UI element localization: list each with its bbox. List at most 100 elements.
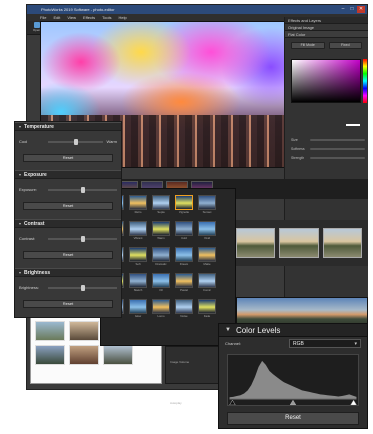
effect-label: Soft — [135, 262, 141, 266]
slider-label: Contrast: — [19, 236, 36, 241]
effect-label: Vignette — [178, 210, 190, 214]
maximize-icon[interactable]: □ — [348, 6, 356, 13]
panorama-thumbnail[interactable] — [236, 228, 276, 258]
menu-tools[interactable]: Tools — [99, 14, 114, 21]
effect-item[interactable]: Sepia — [151, 195, 171, 214]
fill-mode-button[interactable]: Fill Mode — [291, 42, 325, 49]
collapse-icon[interactable]: ▾ — [19, 172, 21, 177]
effect-item[interactable]: Sunset — [197, 195, 217, 214]
brightness-slider[interactable] — [48, 284, 117, 291]
menu-edit[interactable]: Edit — [50, 14, 63, 21]
contrast-reset-button[interactable]: Reset — [23, 251, 113, 259]
photo-thumbnail[interactable] — [35, 345, 65, 365]
effect-preview — [198, 221, 216, 236]
effect-item[interactable]: Warm — [151, 221, 171, 240]
close-icon[interactable]: ✕ — [357, 6, 365, 13]
section-title: Brightness — [24, 269, 51, 276]
effect-preview — [175, 273, 193, 288]
menu-help[interactable]: Help — [115, 14, 129, 21]
panorama-thumbnail[interactable] — [279, 228, 319, 258]
temperature-header[interactable]: ▾ Temperature — [15, 122, 121, 131]
temperature-slider[interactable] — [48, 138, 104, 145]
effect-label: Retro — [134, 210, 142, 214]
photo-thumbnail[interactable] — [69, 321, 99, 341]
strength-label: Strength — [291, 155, 305, 160]
effect-label: Noise — [180, 314, 188, 318]
section-contrast: ▾ Contrast Contrast: Reset — [15, 219, 121, 268]
effect-label: Sunset — [202, 210, 212, 214]
effect-item[interactable]: Glow — [128, 299, 148, 318]
chevron-down-icon: ▾ — [354, 340, 357, 347]
strength-slider[interactable] — [310, 156, 365, 159]
midtone-handle[interactable] — [289, 399, 297, 405]
slider-label: Exposure: — [19, 187, 38, 192]
histogram — [227, 354, 359, 406]
original-image-label[interactable]: Original Image — [285, 24, 368, 31]
effect-item[interactable]: Retro — [128, 195, 148, 214]
effect-label: Oil — [159, 288, 163, 292]
contrast-slider[interactable] — [48, 235, 117, 242]
brightness-reset-button[interactable]: Reset — [23, 300, 113, 308]
effect-preview — [152, 299, 170, 314]
color-swatch[interactable] — [345, 123, 361, 127]
autoplay-label[interactable]: Autoplay — [170, 401, 182, 405]
effect-item[interactable]: Vibrant — [128, 221, 148, 240]
slider-knob[interactable] — [80, 235, 85, 242]
effect-item[interactable]: Dramatic — [151, 247, 171, 266]
effect-item[interactable]: Pastel — [174, 273, 194, 292]
effect-item[interactable]: Dream — [174, 247, 194, 266]
exposure-reset-button[interactable]: Reset — [23, 202, 113, 210]
channel-select[interactable]: RGB ▾ — [289, 339, 361, 348]
menu-effects[interactable]: Effects — [80, 14, 98, 21]
effect-preview — [152, 221, 170, 236]
photo-thumbnail[interactable] — [103, 345, 133, 365]
menu-view[interactable]: View — [64, 14, 79, 21]
slider-knob[interactable] — [80, 284, 85, 291]
effect-label: Warm — [157, 236, 165, 240]
minimize-icon[interactable]: – — [339, 6, 347, 13]
color-picker-field[interactable] — [291, 59, 361, 103]
softness-slider[interactable] — [310, 147, 365, 150]
effect-item[interactable]: Matte — [197, 247, 217, 266]
collapse-icon[interactable]: ▼ — [225, 327, 231, 333]
fixed-button[interactable]: Fixed — [328, 42, 362, 49]
effect-item[interactable]: Vivid — [197, 221, 217, 240]
effect-label: Vibrant — [133, 236, 143, 240]
effect-item[interactable]: Soft — [128, 247, 148, 266]
temperature-reset-button[interactable]: Reset — [23, 154, 113, 162]
photo-thumbnail[interactable] — [69, 345, 99, 365]
effect-label: Sketch — [133, 288, 143, 292]
effect-label: Glow — [134, 314, 142, 318]
brightness-header[interactable]: ▾ Brightness — [15, 268, 121, 277]
flat-color-tab[interactable]: Flat Color — [285, 31, 368, 38]
effect-item[interactable]: Cold — [174, 221, 194, 240]
white-point-handle[interactable] — [350, 399, 357, 405]
hue-slider[interactable] — [363, 59, 367, 103]
effect-preview — [129, 299, 147, 314]
effect-item[interactable]: Noise — [174, 299, 194, 318]
panorama-thumbnail[interactable] — [322, 228, 362, 258]
effect-item[interactable]: Oil — [151, 273, 171, 292]
effect-preview — [198, 195, 216, 210]
black-point-handle[interactable] — [229, 399, 236, 405]
collapse-icon[interactable]: ▾ — [19, 270, 21, 275]
exposure-slider[interactable] — [48, 186, 117, 193]
size-slider[interactable] — [310, 138, 365, 141]
effect-item[interactable]: Fade — [197, 299, 217, 318]
contrast-header[interactable]: ▾ Contrast — [15, 219, 121, 228]
color-levels-panel: ▼ Color Levels Channel: RGB ▾ Reset — [218, 323, 368, 429]
effect-item[interactable]: Vignette — [174, 195, 194, 214]
menu-file[interactable]: File — [37, 14, 49, 21]
color-levels-header[interactable]: ▼ Color Levels — [219, 324, 367, 337]
histogram-area — [229, 360, 357, 400]
effect-item[interactable]: Comic — [197, 273, 217, 292]
photo-thumbnail[interactable] — [35, 321, 65, 341]
collapse-icon[interactable]: ▾ — [19, 221, 21, 226]
slider-knob[interactable] — [80, 186, 85, 193]
levels-reset-button[interactable]: Reset — [227, 412, 359, 425]
slider-knob[interactable] — [73, 138, 78, 145]
effect-item[interactable]: Lomo — [151, 299, 171, 318]
exposure-header[interactable]: ▾ Exposure — [15, 170, 121, 179]
collapse-icon[interactable]: ▾ — [19, 124, 21, 129]
effect-item[interactable]: Sketch — [128, 273, 148, 292]
